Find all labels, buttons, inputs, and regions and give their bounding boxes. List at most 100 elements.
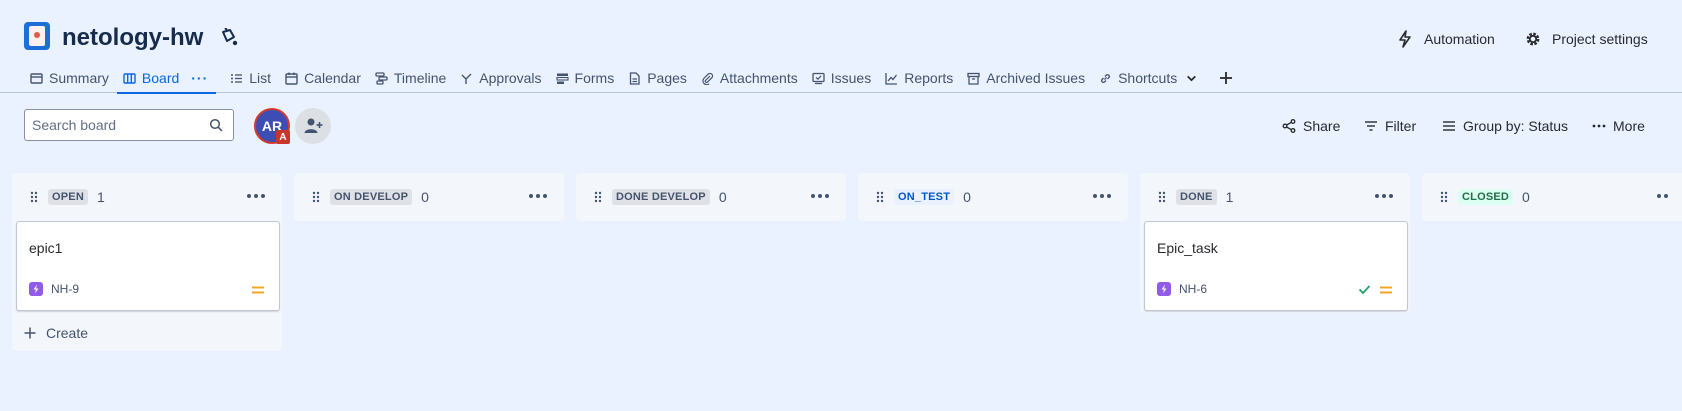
tab-label: Calendar (304, 70, 361, 86)
tab-timeline[interactable]: Timeline (369, 63, 454, 93)
share-label: Share (1303, 118, 1341, 134)
status-badge: ON DEVELOP (330, 189, 413, 205)
column-header[interactable]: DONE DEVELOP 0 (576, 173, 846, 221)
tab-label: Approvals (479, 70, 542, 86)
paperclip-icon (702, 72, 714, 85)
project-nav-tabs: Summary Board ··· List Calendar Timeline (24, 63, 1236, 94)
project-title: netology-hw (62, 24, 204, 51)
lightning-icon (1399, 30, 1411, 48)
column-header[interactable]: ON_TEST 0 (858, 173, 1128, 221)
forms-icon (555, 73, 569, 84)
tab-approvals[interactable]: Approvals (454, 63, 549, 93)
chevron-down-icon[interactable] (1185, 72, 1198, 85)
list-icon (231, 73, 243, 83)
group-by-label: Group by: Status (1463, 118, 1569, 134)
link-icon (1101, 73, 1111, 83)
column-header[interactable]: ON DEVELOP 0 (294, 173, 564, 221)
column-more-icon[interactable] (1374, 192, 1394, 200)
issue-key[interactable]: NH-9 (51, 282, 79, 296)
tab-summary[interactable]: Summary (24, 63, 117, 93)
filter-label: Filter (1385, 118, 1417, 134)
project-avatar-icon[interactable] (24, 22, 50, 50)
search-input[interactable] (25, 110, 195, 140)
issue-card[interactable]: Epic_task NH-6 (1144, 221, 1408, 311)
issue-key[interactable]: NH-6 (1179, 282, 1207, 296)
automation-button[interactable]: Automation (1396, 26, 1495, 52)
drag-handle-icon[interactable] (1440, 191, 1448, 203)
epic-icon (29, 282, 43, 296)
board-page: netology-hw Automation Project settings … (0, 0, 1682, 411)
column-more-icon[interactable] (246, 192, 266, 200)
column-header[interactable]: DONE 1 (1140, 173, 1410, 221)
epic-icon (1157, 282, 1171, 296)
column-more-icon[interactable] (528, 192, 548, 200)
tab-shortcuts[interactable]: Shortcuts (1093, 63, 1206, 93)
paint-bucket-icon[interactable] (220, 28, 238, 48)
tab-label: Forms (574, 70, 615, 86)
column-more-icon[interactable] (810, 192, 830, 200)
search-board-field[interactable] (24, 109, 234, 141)
add-tab-plus-icon[interactable] (1216, 68, 1236, 88)
drag-handle-icon[interactable] (594, 191, 602, 203)
drag-handle-icon[interactable] (876, 191, 884, 203)
tab-list[interactable]: List (224, 63, 279, 93)
tab-label: Board (141, 70, 180, 86)
tab-label: Pages (647, 70, 687, 86)
add-person-icon (304, 118, 323, 133)
drag-handle-icon[interactable] (30, 191, 38, 203)
search-icon (209, 118, 223, 132)
summary-icon (30, 72, 43, 84)
archive-icon (967, 72, 980, 85)
tab-issues[interactable]: Issues (806, 63, 879, 93)
status-badge: DONE (1176, 189, 1217, 205)
board-column-done: DONE 1 Epic_task NH-6 (1140, 173, 1410, 313)
share-icon (1282, 119, 1296, 133)
project-settings-button[interactable]: Project settings (1524, 26, 1648, 52)
tab-forms[interactable]: Forms (550, 63, 623, 93)
more-dots-icon (1592, 124, 1606, 128)
status-badge: ON_TEST (894, 189, 955, 205)
issues-icon (812, 72, 825, 84)
tab-label: Timeline (393, 70, 447, 86)
board-column-closed: CLOSED 0 (1422, 173, 1682, 221)
project-settings-label: Project settings (1552, 31, 1648, 47)
tab-pages[interactable]: Pages (622, 63, 695, 93)
group-by-button[interactable]: Group by: Status (1442, 114, 1568, 138)
issue-count: 0 (421, 189, 429, 205)
create-issue-button[interactable]: Create (24, 321, 88, 345)
board-column-open: OPEN 1 epic1 NH-9 Create (12, 173, 282, 351)
more-button[interactable]: More (1592, 114, 1645, 138)
column-header[interactable]: OPEN 1 (12, 173, 282, 221)
create-label: Create (46, 325, 89, 341)
tab-label: Archived Issues (986, 70, 1086, 86)
drag-handle-icon[interactable] (312, 191, 320, 203)
issue-count: 1 (96, 189, 105, 205)
timeline-icon (375, 71, 388, 85)
board-icon (123, 72, 136, 84)
tab-calendar[interactable]: Calendar (279, 63, 369, 93)
add-people-button[interactable] (295, 108, 331, 144)
calendar-icon (285, 72, 298, 85)
tab-board-more-icon[interactable]: ··· (191, 70, 208, 86)
tab-attachments[interactable]: Attachments (695, 63, 806, 93)
tab-board[interactable]: Board ··· (116, 63, 217, 94)
tab-reports[interactable]: Reports (879, 63, 961, 93)
drag-handle-icon[interactable] (1158, 191, 1166, 203)
tab-label: Reports (904, 70, 954, 86)
issue-count: 0 (963, 189, 971, 205)
tab-archived-issues[interactable]: Archived Issues (961, 63, 1093, 93)
project-header: netology-hw Automation Project settings … (0, 0, 1682, 94)
column-more-icon[interactable] (1092, 192, 1112, 200)
issue-count: 1 (1225, 189, 1234, 205)
card-title: Epic_task (1157, 240, 1218, 256)
filter-icon (1365, 121, 1377, 131)
filter-button[interactable]: Filter (1364, 114, 1416, 138)
column-header[interactable]: CLOSED 0 (1422, 173, 1682, 221)
share-button[interactable]: Share (1282, 114, 1340, 138)
group-icon (1443, 121, 1455, 131)
done-check-icon (1358, 285, 1371, 295)
issue-count: 0 (718, 189, 727, 205)
issue-card[interactable]: epic1 NH-9 (16, 221, 280, 311)
automation-label: Automation (1424, 31, 1495, 47)
column-more-icon[interactable] (1656, 192, 1676, 200)
